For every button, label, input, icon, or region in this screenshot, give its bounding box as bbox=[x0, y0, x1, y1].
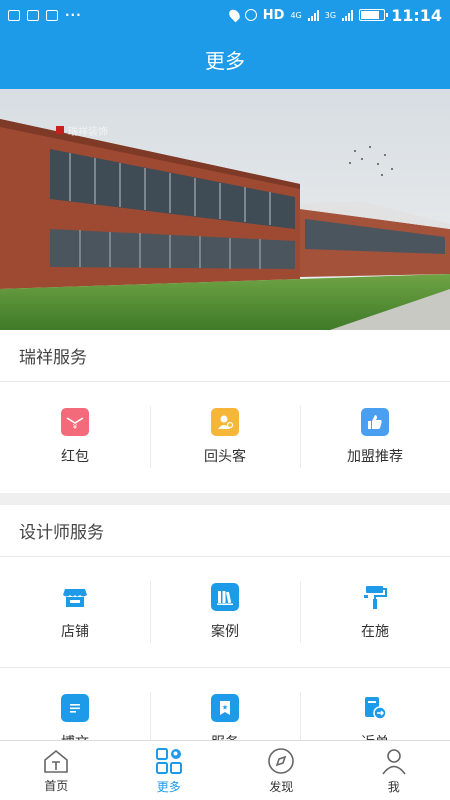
svg-text:¥: ¥ bbox=[73, 423, 78, 431]
battery-icon bbox=[359, 9, 389, 21]
services-grid: ¥ 红包 回头客 加盟推荐 bbox=[0, 382, 450, 492]
grid-more-icon bbox=[155, 747, 182, 774]
svg-text:★: ★ bbox=[222, 704, 228, 712]
store-label: 店铺 bbox=[61, 624, 89, 640]
notification-icons: ··· bbox=[8, 8, 82, 22]
nav-me-label: 我 bbox=[387, 779, 400, 794]
returning-customer-label: 回头客 bbox=[204, 449, 246, 465]
building-photo: 瑞祥装饰 bbox=[0, 89, 450, 330]
in-progress-label: 在施 bbox=[361, 624, 389, 640]
in-progress-button[interactable]: 在施 bbox=[300, 557, 450, 667]
system-icons: HD 4G 3G 11:14 bbox=[226, 5, 442, 25]
designer-grid-row-1: 店铺 案例 在施 bbox=[0, 557, 450, 668]
message-icon bbox=[27, 9, 39, 21]
bookmark-star-icon: ★ bbox=[211, 694, 239, 722]
nav-home[interactable]: 首页 bbox=[0, 741, 113, 800]
banner-image[interactable]: 瑞祥装饰 bbox=[0, 89, 450, 330]
signal-2-icon bbox=[342, 9, 354, 21]
signal-icon bbox=[307, 9, 319, 21]
ruixiang-services-section: 瑞祥服务 ¥ 红包 回头客 加盟推荐 bbox=[0, 330, 450, 493]
compass-icon bbox=[268, 747, 295, 774]
designer-services-section: 设计师服务 店铺 案例 在施 ★ bbox=[0, 505, 450, 754]
red-envelope-label: 红包 bbox=[61, 449, 89, 465]
hd-label: HD bbox=[262, 7, 285, 23]
nav-more[interactable]: 更多 bbox=[113, 741, 226, 800]
returning-customer-icon bbox=[211, 408, 239, 436]
location-icon bbox=[226, 7, 242, 23]
home-icon bbox=[44, 749, 69, 773]
status-bar: ··· HD 4G 3G 11:14 bbox=[0, 0, 450, 30]
clock-time: 11:14 bbox=[391, 5, 442, 25]
person-icon bbox=[382, 748, 406, 774]
red-envelope-button[interactable]: ¥ 红包 bbox=[0, 382, 150, 492]
franchise-recommend-button[interactable]: 加盟推荐 bbox=[300, 382, 450, 492]
red-envelope-icon: ¥ bbox=[61, 408, 89, 436]
nav-more-label: 更多 bbox=[156, 779, 181, 794]
thumbs-up-icon bbox=[361, 408, 389, 436]
network-4g-label: 4G bbox=[290, 10, 302, 20]
alarm-icon bbox=[244, 9, 257, 21]
image-icon bbox=[46, 9, 58, 21]
bottom-navigation: 首页 更多 发现 我 bbox=[0, 740, 450, 800]
store-button[interactable]: 店铺 bbox=[0, 557, 150, 667]
screen: ··· HD 4G 3G 11:14 更多 瑞祥装饰 瑞祥服务 ¥ 红包 回头客… bbox=[0, 0, 450, 800]
page-title: 更多 bbox=[205, 49, 245, 73]
order-forward-icon bbox=[361, 694, 389, 722]
books-icon bbox=[211, 583, 239, 611]
network-3g-label: 3G bbox=[324, 10, 337, 20]
cases-button[interactable]: 案例 bbox=[150, 557, 300, 667]
building-sign-text: 瑞祥装饰 bbox=[68, 125, 108, 138]
cases-label: 案例 bbox=[211, 624, 239, 640]
nav-discover[interactable]: 发现 bbox=[225, 741, 338, 800]
paint-roller-icon bbox=[361, 583, 389, 611]
nav-discover-label: 发现 bbox=[269, 779, 294, 794]
nav-home-label: 首页 bbox=[44, 778, 69, 793]
nav-me[interactable]: 我 bbox=[338, 741, 450, 800]
notification-icon bbox=[8, 9, 20, 21]
store-icon bbox=[61, 583, 89, 611]
more-notifications-icon: ··· bbox=[65, 8, 82, 22]
document-icon bbox=[61, 694, 89, 722]
section-title: 设计师服务 bbox=[0, 505, 450, 557]
section-title: 瑞祥服务 bbox=[0, 330, 450, 382]
title-bar: 更多 bbox=[0, 30, 450, 89]
franchise-recommend-label: 加盟推荐 bbox=[347, 449, 403, 465]
returning-customer-button[interactable]: 回头客 bbox=[150, 382, 300, 492]
